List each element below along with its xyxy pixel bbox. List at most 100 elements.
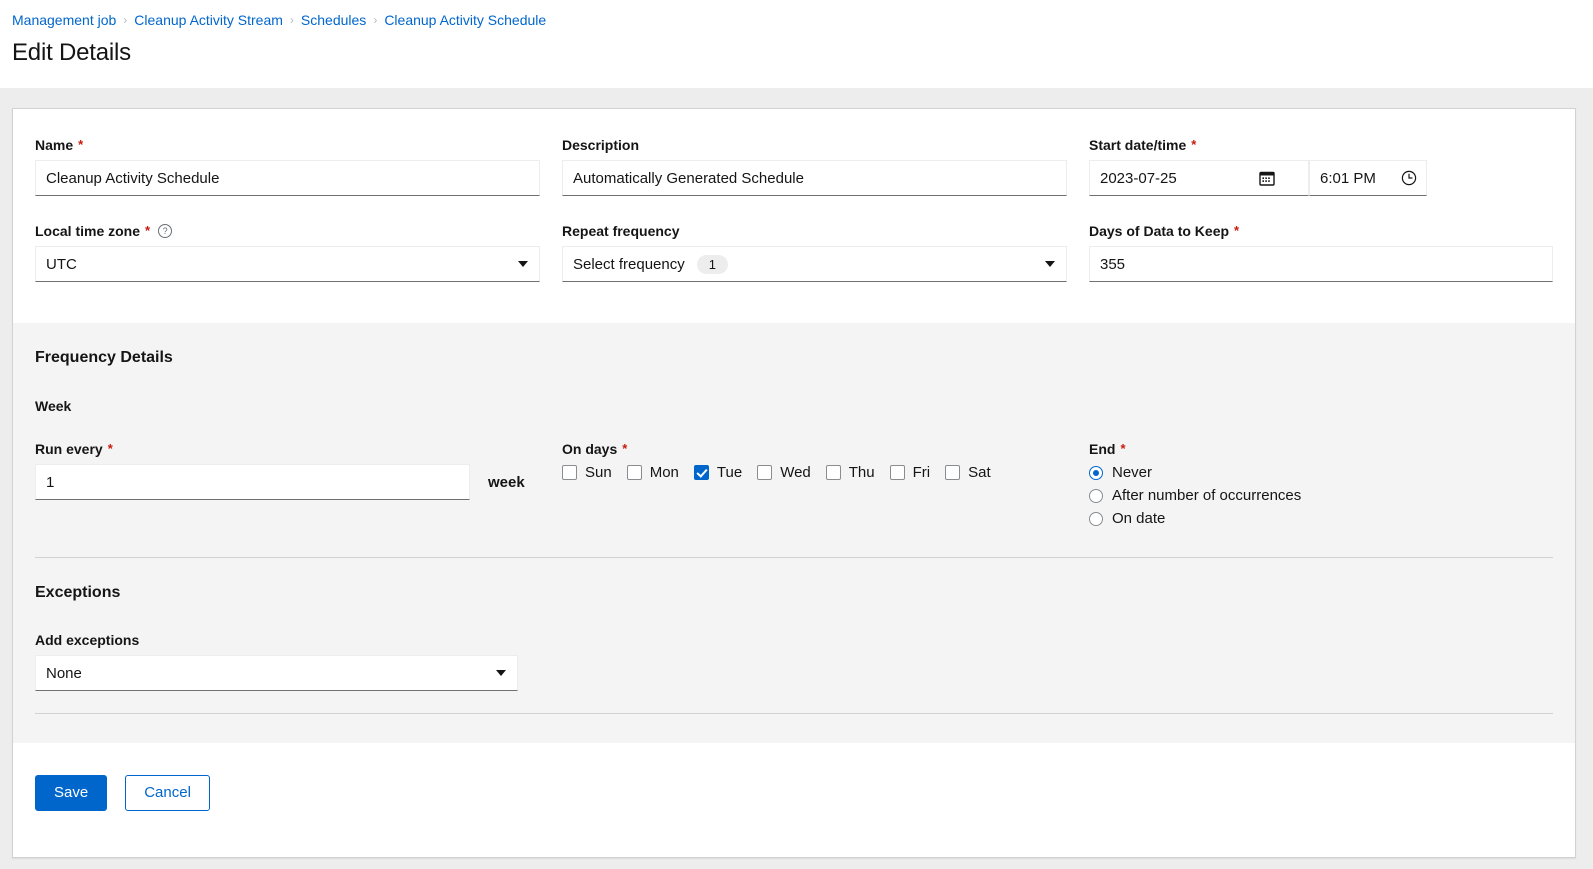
name-input[interactable] <box>35 160 540 196</box>
day-label-wed: Wed <box>780 464 811 481</box>
add-exceptions-select-wrap: None <box>35 655 518 691</box>
cancel-button[interactable]: Cancel <box>125 775 210 811</box>
local-time-zone-field-group: Local time zone * ? UTC <box>35 222 540 282</box>
start-time-control <box>1309 160 1427 196</box>
on-days-label: On days * <box>562 440 1067 458</box>
local-time-zone-label: Local time zone * ? <box>35 222 540 240</box>
exceptions-divider <box>35 713 1553 714</box>
required-asterisk: * <box>107 441 113 456</box>
chevron-right-icon: › <box>373 13 378 27</box>
description-field-group: Description <box>562 136 1067 196</box>
on-days-label-text: On days <box>562 441 618 457</box>
days-of-data-label: Days of Data to Keep * <box>1089 222 1553 240</box>
radio-after-occurrences-icon[interactable] <box>1089 488 1103 503</box>
repeat-frequency-select-wrap: Select frequency 1 <box>562 246 1067 282</box>
checkbox-wed-icon[interactable] <box>757 465 773 480</box>
day-label-fri: Fri <box>912 464 931 481</box>
start-datetime-group <box>1089 160 1427 196</box>
repeat-frequency-label: Repeat frequency <box>562 222 1067 240</box>
end-field-group: End * Never After number of occurrences … <box>1089 440 1553 533</box>
run-every-unit-label: week <box>488 473 525 491</box>
breadcrumb-item-management-job[interactable]: Management job <box>12 11 116 29</box>
name-label: Name * <box>35 136 540 154</box>
frequency-details-section: Frequency Details Week Run every * week … <box>13 323 1575 743</box>
on-days-checkbox-group: Sun Mon Tue Wed Thu Fri Sat <box>562 464 1067 481</box>
checkbox-mon-icon[interactable] <box>626 465 642 480</box>
day-label-tue: Tue <box>716 464 743 481</box>
repeat-frequency-count-badge: 1 <box>696 254 728 274</box>
run-every-row: week <box>35 464 540 500</box>
add-exceptions-select[interactable]: None <box>35 655 518 691</box>
days-of-data-label-text: Days of Data to Keep <box>1089 223 1230 239</box>
run-every-input[interactable] <box>35 464 470 500</box>
page-title: Edit Details <box>12 39 131 66</box>
end-option-never[interactable]: Never <box>1089 464 1553 481</box>
start-date-control <box>1089 160 1309 196</box>
add-exceptions-label: Add exceptions <box>35 632 140 648</box>
edit-details-card: Name * Description Start date/time * <box>12 108 1576 858</box>
description-label: Description <box>562 136 1067 154</box>
checkbox-sat-icon[interactable] <box>945 465 961 480</box>
end-radio-group: Never After number of occurrences On dat… <box>1089 464 1553 527</box>
end-label-text: End <box>1089 441 1116 457</box>
day-checkbox-fri[interactable]: Fri <box>889 464 931 481</box>
required-asterisk: * <box>145 223 151 238</box>
required-asterisk: * <box>1234 223 1240 238</box>
description-input[interactable] <box>562 160 1067 196</box>
chevron-right-icon: › <box>289 13 294 27</box>
local-time-zone-select-wrap: UTC <box>35 246 540 282</box>
day-checkbox-sun[interactable]: Sun <box>562 464 612 481</box>
day-checkbox-wed[interactable]: Wed <box>757 464 811 481</box>
frequency-subtitle: Week <box>35 398 72 414</box>
radio-on-date-icon[interactable] <box>1089 511 1103 526</box>
exceptions-title: Exceptions <box>35 584 121 601</box>
required-asterisk: * <box>622 441 628 456</box>
day-checkbox-thu[interactable]: Thu <box>825 464 875 481</box>
day-checkbox-tue[interactable]: Tue <box>693 464 743 481</box>
details-form-section: Name * Description Start date/time * <box>13 109 1575 323</box>
on-days-field-group: On days * Sun Mon Tue Wed Thu Fri Sat <box>562 440 1067 533</box>
end-option-on-date-label: On date <box>1112 510 1166 527</box>
repeat-frequency-label-text: Repeat frequency <box>562 223 680 239</box>
start-date-input[interactable] <box>1090 161 1250 195</box>
day-label-sat: Sat <box>968 464 991 481</box>
run-every-label: Run every * <box>35 440 540 458</box>
local-time-zone-select[interactable]: UTC <box>35 246 540 282</box>
chevron-right-icon: › <box>123 13 128 27</box>
checkbox-thu-icon[interactable] <box>825 465 841 480</box>
end-option-after-occurrences[interactable]: After number of occurrences <box>1089 487 1553 504</box>
description-label-text: Description <box>562 137 640 153</box>
checkbox-tue-icon[interactable] <box>693 465 709 480</box>
radio-never-icon[interactable] <box>1089 465 1103 480</box>
frequency-details-title: Frequency Details <box>35 349 173 366</box>
run-every-field-group: Run every * week <box>35 440 540 533</box>
start-time-input[interactable] <box>1310 161 1392 195</box>
end-option-after-occurrences-label: After number of occurrences <box>1112 487 1302 504</box>
end-label: End * <box>1089 440 1553 458</box>
repeat-frequency-select[interactable]: Select frequency 1 <box>562 246 1067 282</box>
breadcrumb-item-cleanup-activity-schedule[interactable]: Cleanup Activity Schedule <box>384 11 546 29</box>
breadcrumb-item-schedules[interactable]: Schedules <box>301 11 366 29</box>
start-datetime-label: Start date/time * <box>1089 136 1553 154</box>
day-checkbox-sat[interactable]: Sat <box>945 464 991 481</box>
end-option-on-date[interactable]: On date <box>1089 510 1553 527</box>
help-circle-icon[interactable]: ? <box>158 224 173 238</box>
start-datetime-label-text: Start date/time <box>1089 137 1187 153</box>
checkbox-sun-icon[interactable] <box>562 465 577 480</box>
repeat-frequency-value: Select frequency <box>573 255 685 273</box>
day-label-sun: Sun <box>585 464 612 481</box>
required-asterisk: * <box>1191 137 1197 152</box>
days-of-data-input[interactable] <box>1089 246 1553 282</box>
breadcrumb-item-cleanup-activity-stream[interactable]: Cleanup Activity Stream <box>134 11 283 29</box>
calendar-icon[interactable] <box>1250 161 1284 195</box>
day-checkbox-mon[interactable]: Mon <box>626 464 679 481</box>
checkbox-fri-icon[interactable] <box>889 465 905 480</box>
clock-icon[interactable] <box>1392 161 1426 195</box>
name-label-text: Name <box>35 137 74 153</box>
local-time-zone-value: UTC <box>46 255 77 273</box>
form-actions: Save Cancel <box>13 743 1575 843</box>
breadcrumb: Management job › Cleanup Activity Stream… <box>12 9 1593 31</box>
day-label-thu: Thu <box>848 464 875 481</box>
save-button[interactable]: Save <box>35 775 108 811</box>
days-of-data-field-group: Days of Data to Keep * <box>1089 222 1553 282</box>
